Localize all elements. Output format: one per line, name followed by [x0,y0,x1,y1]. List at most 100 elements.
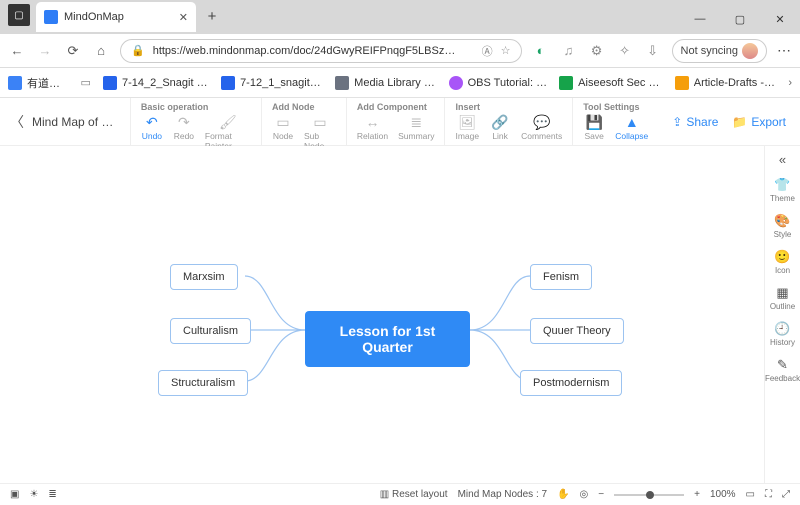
zoom-in-button[interactable]: + [694,489,700,500]
relation-button[interactable]: ↔Relation [357,114,388,141]
browser-menu-button[interactable]: ⋯ [777,42,792,59]
window-menu-icon[interactable]: ▢ [8,4,30,26]
hand-tool-icon[interactable]: ✋ [557,489,569,500]
toolbar-group-add-node: Add Node ▭Node ▭Sub Node [261,98,346,145]
maximize-button[interactable]: ▢ [720,4,760,34]
summary-icon: ≣ [410,114,422,130]
collections-icon[interactable]: ✧ [616,43,634,59]
reset-layout-button[interactable]: ▥ Reset layout [380,489,448,500]
bookmark-item[interactable]: 7-14_2_Snagit VS S… [103,76,209,90]
mindmap-node[interactable]: Culturalism [170,318,251,344]
undo-icon: ↶ [146,114,158,130]
group-title: Add Node [272,102,336,112]
bookmark-icon [675,76,689,90]
side-panel: « 👕Theme 🎨Style 🙂Icon ▦Outline 🕘History … [764,146,800,483]
fullscreen-icon[interactable]: ⤢ [782,489,790,500]
mindmap-node[interactable]: Fenism [530,264,592,290]
zoom-slider[interactable] [614,494,684,496]
bookmark-item[interactable]: OBS Tutorial: How… [449,76,548,90]
bookmark-icon [449,76,463,90]
url-text: https://web.mindonmap.com/doc/24dGwyREIF… [153,45,474,57]
panel-history[interactable]: 🕘History [770,321,795,347]
relation-icon: ↔ [366,114,380,130]
comment-icon: 💬 [533,114,550,130]
mindmap-node[interactable]: Structuralism [158,370,248,396]
toolbar-group-insert: Insert 🖼Image 🔗Link 💬Comments [444,98,572,145]
status-bar: ▣ ☀ ≣ ▥ Reset layout Mind Map Nodes : 7 … [0,483,800,505]
smile-icon: 🙂 [774,249,790,265]
nav-back-button[interactable]: ← [8,43,26,58]
minimize-button[interactable]: — [680,4,720,34]
brush-icon: 🖌 [219,114,237,130]
extension-grammarly-icon[interactable]: ◐ [532,43,550,58]
bookmarks-overflow-icon[interactable]: › [788,77,792,89]
collapse-button[interactable]: ▲Collapse [615,114,648,141]
mindmap-node[interactable]: Quuer Theory [530,318,624,344]
history-icon: 🕘 [774,321,790,337]
sync-label: Not syncing [681,45,738,57]
bookmark-folder-icon[interactable]: ▭ [81,76,91,89]
app-toolbar: 〈 Mind Map of … Basic operation ↶Undo ↷R… [0,98,800,146]
nav-home-button[interactable]: ⌂ [92,43,110,58]
new-tab-button[interactable]: + [200,4,224,28]
center-view-icon[interactable]: ▭ [746,489,755,500]
toolbar-group-basic: Basic operation ↶Undo ↷Redo 🖌Format Pain… [130,98,261,145]
avatar-icon [742,43,758,59]
mindmap-node[interactable]: Marxsim [170,264,238,290]
tab-title: MindOnMap [64,11,124,23]
panel-theme[interactable]: 👕Theme [770,177,795,203]
bookmark-item[interactable]: 有道云笔记 [8,75,69,91]
panel-collapse-button[interactable]: « [779,152,786,167]
downloads-icon[interactable]: ⇩ [644,43,662,59]
panel-outline[interactable]: ▦Outline [770,285,795,311]
bookmark-item[interactable]: Media Library ‹ Top… [335,76,436,90]
link-icon: 🔗 [491,114,508,130]
profile-sync-button[interactable]: Not syncing [672,39,767,63]
zoom-level: 100% [710,489,736,500]
lock-icon: 🔒 [131,44,145,57]
app-back-button[interactable]: 〈 [10,112,24,132]
panel-feedback[interactable]: ✎Feedback [765,357,800,383]
bookmark-icon [559,76,573,90]
node-icon: ▭ [276,114,289,130]
favorite-icon[interactable]: ☆ [501,44,511,57]
status-sun-icon[interactable]: ☀ [29,489,38,500]
app-frame: 〈 Mind Map of … Basic operation ↶Undo ↷R… [0,98,800,505]
group-title: Basic operation [141,102,251,112]
fit-view-icon[interactable]: ⛶ [765,489,772,500]
close-window-button[interactable]: ✕ [760,4,800,34]
bookmark-item[interactable]: Aiseesoft Sec 2 - W… [559,76,663,90]
extension-headphones-icon[interactable]: ♫ [560,43,578,58]
insert-link-button[interactable]: 🔗Link [489,114,511,141]
share-icon: ⇪ [672,115,682,129]
insert-comments-button[interactable]: 💬Comments [521,114,562,141]
browser-tab[interactable]: MindOnMap ✕ [36,2,196,32]
mindmap-center-node[interactable]: Lesson for 1st Quarter [305,311,470,367]
save-button[interactable]: 💾Save [583,114,605,141]
browser-toolbar: ← → ⟳ ⌂ 🔒 https://web.mindonmap.com/doc/… [0,34,800,68]
close-tab-icon[interactable]: ✕ [179,11,188,24]
folder-icon: 📁 [732,115,747,129]
nav-refresh-button[interactable]: ⟳ [64,43,82,59]
status-view-icon[interactable]: ▣ [10,489,19,500]
insert-image-button[interactable]: 🖼Image [455,114,479,141]
target-icon[interactable]: ◎ [580,489,589,500]
extension-settings-icon[interactable]: ⚙ [588,43,606,59]
status-list-icon[interactable]: ≣ [48,489,56,500]
bookmark-item[interactable]: Article-Drafts - Goo… [675,76,777,90]
reader-icon[interactable]: Ⓐ [482,43,493,59]
export-button[interactable]: 📁Export [732,115,786,129]
panel-style[interactable]: 🎨Style [774,213,792,239]
share-button[interactable]: ⇪Share [672,115,718,129]
address-bar[interactable]: 🔒 https://web.mindonmap.com/doc/24dGwyRE… [120,39,522,63]
outline-icon: ▦ [776,285,788,301]
panel-icon[interactable]: 🙂Icon [774,249,790,275]
mindmap-node[interactable]: Postmodernism [520,370,622,396]
bookmark-item[interactable]: 7-12_1_snagit-alter… [221,76,323,90]
zoom-out-button[interactable]: − [598,489,604,500]
mindmap-canvas[interactable]: Lesson for 1st Quarter Marxsim Culturali… [0,146,764,483]
window-titlebar: ▢ MindOnMap ✕ + — ▢ ✕ [0,0,800,34]
summary-button[interactable]: ≣Summary [398,114,434,141]
theme-icon: 👕 [774,177,790,193]
group-title: Add Component [357,102,435,112]
